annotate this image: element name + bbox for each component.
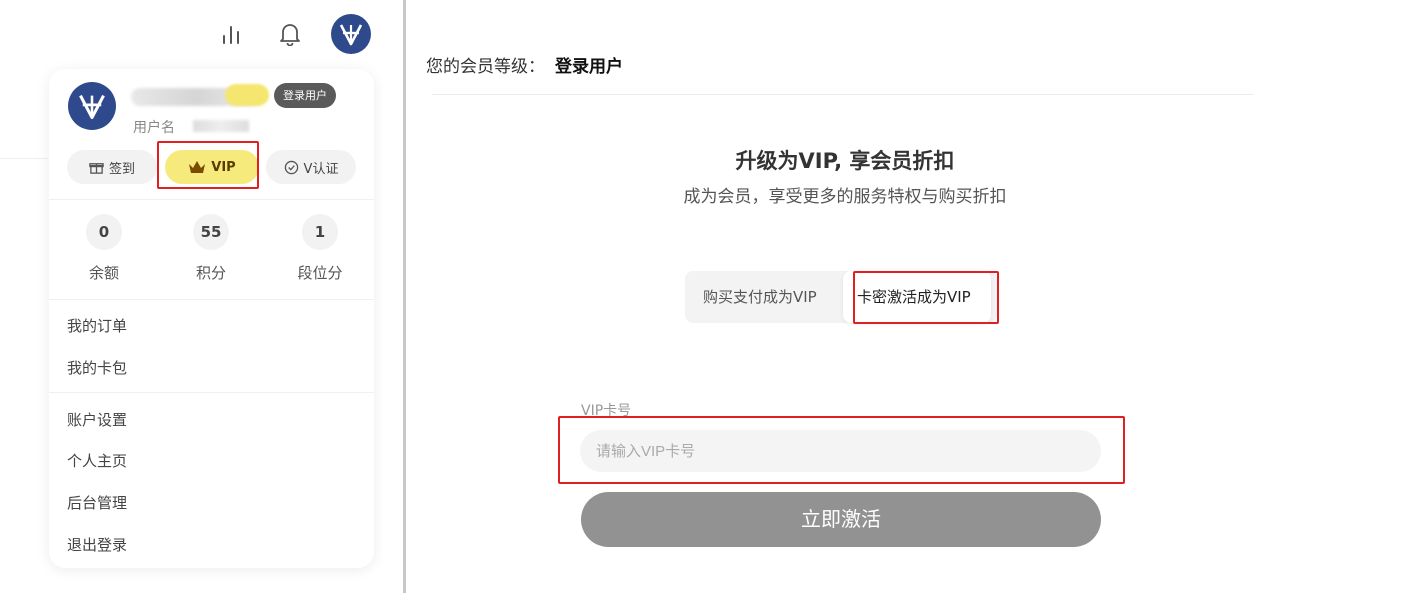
checkin-button[interactable]: 签到 [67, 150, 157, 184]
card-divider [49, 392, 374, 393]
stat-points[interactable]: 55 积分 [171, 214, 251, 283]
verify-button[interactable]: V认证 [266, 150, 356, 184]
membership-level: 您的会员等级： 登录用户 [426, 52, 623, 77]
menu-item-logout[interactable]: 退出登录 [67, 534, 127, 555]
user-avatar-button[interactable] [331, 14, 371, 54]
gift-icon [89, 162, 104, 174]
vip-highlight-box [157, 141, 259, 189]
stat-value: 1 [302, 214, 338, 250]
activate-button[interactable]: 立即激活 [581, 492, 1101, 547]
redacted-nickname-highlight [225, 84, 269, 106]
menu-item-card-wallet[interactable]: 我的卡包 [67, 357, 127, 378]
checkin-label: 签到 [108, 161, 135, 177]
stat-label: 积分 [195, 264, 226, 282]
stat-balance[interactable]: 0 余额 [64, 214, 144, 283]
stat-label: 段位分 [297, 264, 343, 282]
brand-v-logo-icon [339, 24, 363, 46]
user-menu-card: 登录用户 用户名 签到 VIP V认证 0 余额 55 积分 1 段位分 我的订… [49, 69, 374, 568]
left-panel: 登录用户 用户名 签到 VIP V认证 0 余额 55 积分 1 段位分 我的订… [0, 0, 404, 593]
stat-label: 余额 [88, 264, 119, 282]
menu-item-account-settings[interactable]: 账户设置 [67, 409, 127, 430]
card-divider [49, 299, 374, 300]
level-label: 您的会员等级： [426, 57, 545, 77]
redacted-username [193, 120, 249, 132]
page: 登录用户 用户名 签到 VIP V认证 0 余额 55 积分 1 段位分 我的订… [0, 0, 1414, 593]
verify-label: V认证 [303, 161, 339, 177]
stat-value: 0 [86, 214, 122, 250]
brand-v-logo-icon [79, 94, 105, 120]
bar-chart-icon[interactable] [216, 19, 246, 49]
verified-icon [284, 160, 298, 174]
panel-divider [403, 0, 406, 593]
input-highlight-box [558, 416, 1125, 484]
background-divider [0, 158, 48, 159]
menu-item-admin[interactable]: 后台管理 [67, 492, 127, 513]
bell-icon[interactable] [275, 19, 305, 49]
section-divider [432, 94, 1254, 95]
upgrade-subtitle: 成为会员，享受更多的服务特权与购买折扣 [683, 187, 1007, 207]
tab-highlight-box [853, 271, 999, 324]
level-value: 登录用户 [555, 57, 623, 77]
stat-value: 55 [193, 214, 229, 250]
card-divider [49, 199, 374, 200]
menu-item-profile[interactable]: 个人主页 [67, 450, 127, 471]
upgrade-title: 升级为VIP, 享会员折扣 [735, 149, 955, 173]
stat-rank-score[interactable]: 1 段位分 [280, 214, 360, 283]
username-label: 用户名 [133, 120, 175, 136]
role-badge: 登录用户 [274, 83, 336, 108]
avatar [68, 82, 116, 130]
tab-purchase-vip[interactable]: 购买支付成为VIP [703, 271, 817, 323]
menu-item-orders[interactable]: 我的订单 [67, 315, 127, 336]
